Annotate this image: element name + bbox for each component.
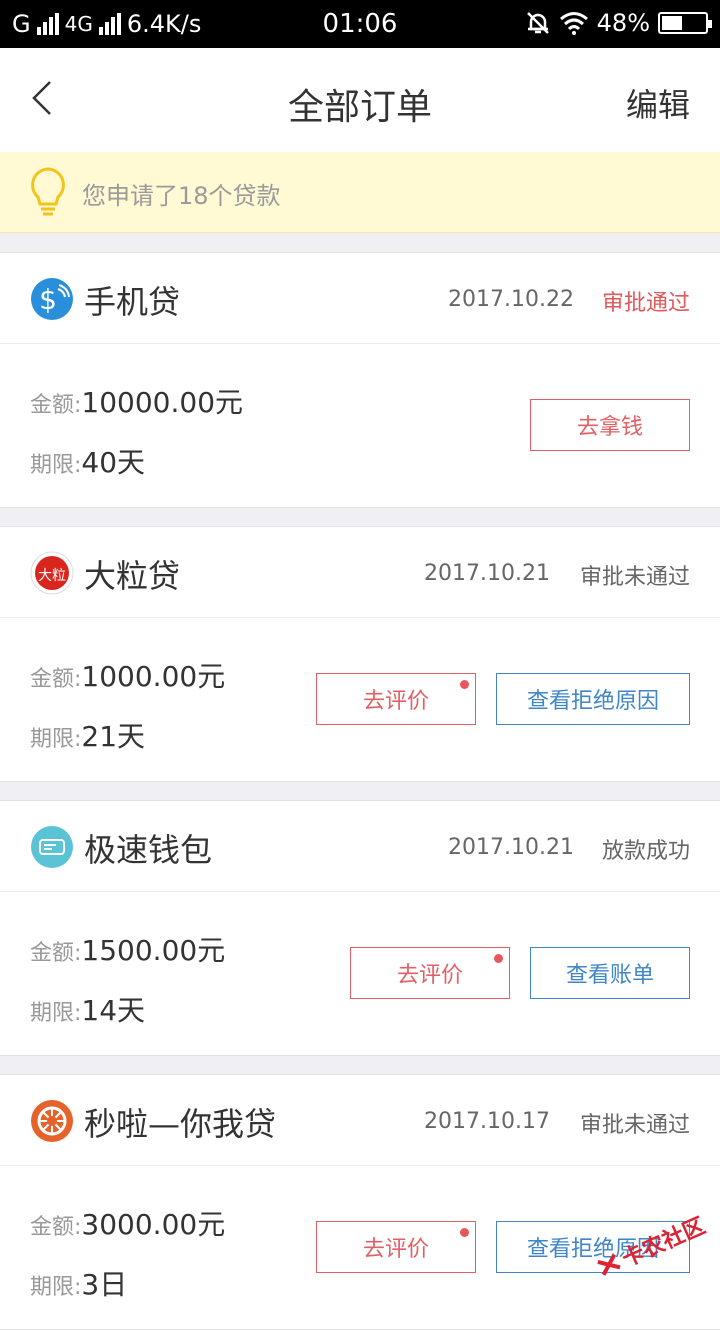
notification-dot xyxy=(494,954,503,963)
review-button[interactable]: 去评价 xyxy=(350,947,510,999)
order-header: 大粒 大粒贷 2017.10.21 审批未通过 xyxy=(0,527,720,618)
mute-bell-icon xyxy=(526,12,549,34)
order-date: 2017.10.17 xyxy=(424,1109,550,1134)
dollar-coin-icon: $ xyxy=(31,278,73,320)
order-card: 极速钱包 2017.10.21 放款成功 金额:1500.00元 期限:14天 … xyxy=(0,800,720,1056)
term-value: 14天 xyxy=(81,994,146,1027)
review-button[interactable]: 去评价 xyxy=(316,1221,476,1273)
amount-value: 10000.00元 xyxy=(81,386,244,419)
order-amount: 金额:1500.00元 xyxy=(30,929,225,969)
term-value: 21天 xyxy=(81,720,146,753)
button-label: 查看账单 xyxy=(565,963,654,988)
order-term: 期限:40天 xyxy=(30,441,145,481)
amount-value: 1000.00元 xyxy=(81,660,226,693)
notice-text: 您申请了18个贷款 xyxy=(82,182,281,210)
term-label: 期限: xyxy=(30,727,82,752)
order-header: 秒啦—你我贷 2017.10.17 审批未通过 xyxy=(0,1075,720,1166)
term-value: 3日 xyxy=(81,1268,128,1301)
order-name: 秒啦—你我贷 xyxy=(84,1105,277,1143)
battery-fill xyxy=(662,16,683,30)
button-label: 去评价 xyxy=(396,963,463,988)
order-card: $ 手机贷 2017.10.22 审批通过 金额:10000.00元 期限:40… xyxy=(0,252,720,508)
amount-label: 金额: xyxy=(30,1215,82,1240)
notification-dot xyxy=(460,1228,469,1237)
notification-dot xyxy=(460,680,469,689)
review-button[interactable]: 去评价 xyxy=(316,673,476,725)
wifi-icon xyxy=(559,12,588,35)
order-status: 审批通过 xyxy=(601,291,690,316)
wallet-logo-icon xyxy=(31,826,73,868)
nav-bar: 全部订单 编辑 xyxy=(0,48,720,153)
order-status: 放款成功 xyxy=(601,839,690,864)
order-name: 大粒贷 xyxy=(84,557,181,595)
term-value: 40天 xyxy=(81,446,146,479)
order-card: 秒啦—你我贷 2017.10.17 审批未通过 金额:3000.00元 期限:3… xyxy=(0,1074,720,1330)
svg-text:大粒: 大粒 xyxy=(38,568,66,584)
miaola-logo-icon xyxy=(31,1100,73,1142)
get-money-button[interactable]: 去拿钱 xyxy=(530,399,690,451)
order-amount: 金额:3000.00元 xyxy=(30,1203,225,1243)
term-label: 期限: xyxy=(30,453,82,478)
order-amount: 金额:1000.00元 xyxy=(30,655,225,695)
view-rejection-reason-button[interactable]: 查看拒绝原因 xyxy=(496,673,690,725)
order-amount: 金额:10000.00元 xyxy=(30,381,243,421)
svg-text:$: $ xyxy=(39,283,57,316)
edit-button[interactable]: 编辑 xyxy=(626,80,690,126)
button-label: 去评价 xyxy=(362,1237,429,1262)
order-date: 2017.10.22 xyxy=(448,287,574,312)
status-bar: G 4G 6.4K/s 01:06 48% xyxy=(0,0,720,48)
button-label: 去评价 xyxy=(362,689,429,714)
lightbulb-icon xyxy=(31,167,65,216)
battery-percent: 48% xyxy=(596,9,650,37)
button-label: 去拿钱 xyxy=(576,415,643,440)
amount-label: 金额: xyxy=(30,941,82,966)
button-label: 查看拒绝原因 xyxy=(526,689,659,714)
view-bill-button[interactable]: 查看账单 xyxy=(530,947,690,999)
order-card: 大粒 大粒贷 2017.10.21 审批未通过 金额:1000.00元 期限:2… xyxy=(0,526,720,782)
battery-icon xyxy=(658,12,712,34)
order-date: 2017.10.21 xyxy=(448,835,574,860)
order-term: 期限:3日 xyxy=(30,1263,127,1303)
term-label: 期限: xyxy=(30,1001,82,1026)
term-label: 期限: xyxy=(30,1275,82,1300)
page-title: 全部订单 xyxy=(287,87,432,128)
order-status: 审批未通过 xyxy=(579,1113,690,1138)
amount-value: 1500.00元 xyxy=(81,934,226,967)
order-header: $ 手机贷 2017.10.22 审批通过 xyxy=(0,253,720,344)
amount-label: 金额: xyxy=(30,393,82,418)
daligai-logo-icon: 大粒 xyxy=(30,551,74,595)
order-term: 期限:14天 xyxy=(30,989,145,1029)
order-name: 手机贷 xyxy=(84,283,181,321)
order-term: 期限:21天 xyxy=(30,715,145,755)
order-date: 2017.10.21 xyxy=(424,561,550,586)
order-name: 极速钱包 xyxy=(84,831,213,869)
amount-label: 金额: xyxy=(30,667,82,692)
order-status: 审批未通过 xyxy=(579,565,690,590)
amount-value: 3000.00元 xyxy=(81,1208,226,1241)
order-header: 极速钱包 2017.10.21 放款成功 xyxy=(0,801,720,892)
notice-bar: 您申请了18个贷款 xyxy=(0,152,720,233)
